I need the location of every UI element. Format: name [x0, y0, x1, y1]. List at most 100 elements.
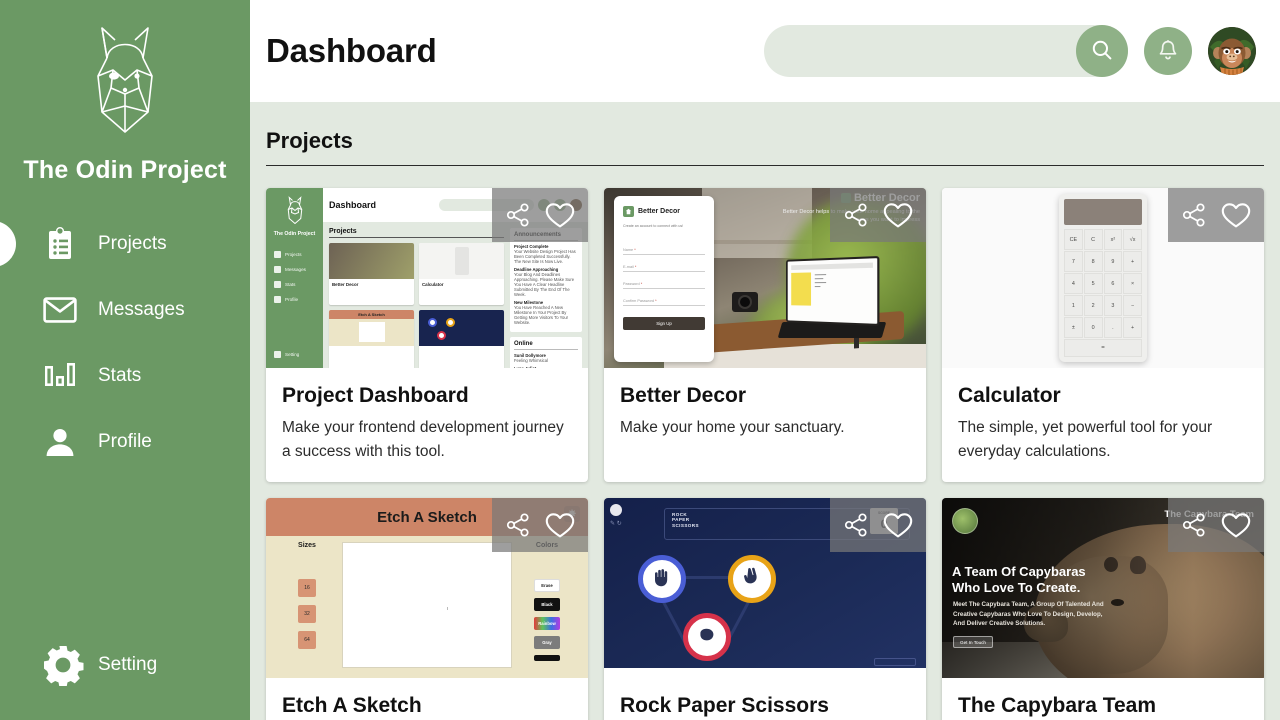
card-title: Rock Paper Scissors: [620, 694, 829, 717]
etch-size-button: 32: [298, 605, 316, 623]
calc-key: +: [1123, 251, 1142, 272]
project-card[interactable]: Etch A Sketch Sizes 16 32 64 Erase Black…: [266, 498, 588, 720]
top-header: Dashboard: [250, 0, 1280, 102]
mini-nav-icon: [274, 296, 281, 303]
mini-nav-label: Projects: [285, 252, 302, 257]
calc-key: C: [1083, 229, 1103, 250]
calc-key: CE: [1064, 229, 1083, 250]
card-body: Etch A Sketch: [266, 678, 588, 720]
mini-gear-icon: [274, 351, 281, 358]
share-nodes-icon[interactable]: [505, 512, 531, 538]
share-nodes-icon[interactable]: [505, 202, 531, 228]
sidebar-item-messages[interactable]: Messages: [0, 277, 250, 343]
capy-heading: A Team Of Capybaras Who Love To Create.: [952, 564, 1086, 595]
etch-header: Etch A Sketch: [377, 508, 477, 526]
section-divider: [266, 165, 1264, 166]
calc-key: +: [1123, 317, 1142, 338]
active-indicator: [0, 221, 16, 267]
card-thumbnail: ✎ ↻ ROCK PAPER SCISSORS SCORE 0: [604, 498, 926, 678]
calc-key: 8: [1083, 251, 1103, 272]
scissors-hand-icon: [740, 565, 764, 594]
etch-color-button: [534, 655, 560, 661]
content-area: Projects The Odin Project Projects Messa…: [250, 102, 1280, 720]
project-card[interactable]: ▬▬▬▬ ▬▬▬ ▬▬▬▬ ▬▬ Better Decor Create an …: [604, 188, 926, 482]
mini-entry-body: You Have Reached A New Milestone In Your…: [514, 305, 569, 325]
calc-key: 9: [1103, 251, 1123, 272]
rps-choice-rock: [683, 613, 731, 661]
mini-nav-icon: [274, 266, 281, 273]
card-body: Calculator The simple, yet powerful tool…: [942, 368, 1264, 482]
mini-card-title: Etch A Sketch: [329, 310, 414, 319]
avatar[interactable]: [1208, 27, 1256, 75]
card-description: Make your frontend development journey a…: [282, 419, 564, 460]
page-title: Dashboard: [266, 32, 437, 69]
heart-outline-icon[interactable]: [545, 202, 575, 229]
calc-key: √x: [1123, 229, 1142, 250]
main-area: Dashboard Projects The Odin Project Proj…: [250, 0, 1280, 720]
sidebar-item-setting[interactable]: Setting: [0, 646, 250, 686]
card-action-bar: [830, 498, 926, 552]
calc-key: 7: [1064, 251, 1083, 272]
calc-key: 5: [1083, 273, 1103, 294]
capy-paragraph: Meet The Capybara Team, A Group Of Talen…: [953, 601, 1104, 627]
heart-outline-icon[interactable]: [883, 512, 913, 539]
mini-page-title: Dashboard: [329, 200, 377, 210]
sidebar-setting-label: Setting: [98, 654, 158, 675]
project-card[interactable]: The Odin Project Projects Messages Stats…: [266, 188, 588, 482]
user-icon: [41, 423, 79, 461]
odin-head-icon: [282, 194, 308, 225]
rps-logo-line3: SCISSORS: [672, 522, 699, 528]
etch-canvas: [342, 542, 512, 668]
calc-key: −: [1123, 295, 1142, 316]
card-action-bar: [492, 498, 588, 552]
card-title: Better Decor: [620, 384, 747, 407]
share-nodes-icon[interactable]: [1181, 202, 1207, 228]
calc-key: 3: [1103, 295, 1123, 316]
section-title: Projects: [266, 128, 353, 153]
sidebar-item-label: Stats: [98, 365, 142, 386]
mini-nav-icon: [274, 251, 281, 258]
mini-nav-label: Profile: [285, 297, 299, 302]
mini-card-title: Calculator: [422, 282, 444, 287]
heart-outline-icon[interactable]: [883, 202, 913, 229]
share-nodes-icon[interactable]: [843, 202, 869, 228]
fist-icon: [695, 623, 719, 652]
card-title: Calculator: [958, 384, 1061, 407]
calc-key: 4: [1064, 273, 1083, 294]
card-body: Better Decor Make your home your sanctua…: [604, 368, 926, 458]
mini-nav-label: Messages: [285, 267, 306, 272]
sidebar-item-projects[interactable]: Projects: [0, 211, 250, 277]
sidebar-item-profile[interactable]: Profile: [0, 409, 250, 475]
decor-field-name: Name *: [623, 238, 705, 255]
heart-outline-icon[interactable]: [1221, 202, 1251, 229]
etch-color-button: Black: [534, 598, 560, 611]
sidebar-item-stats[interactable]: Stats: [0, 343, 250, 409]
project-card[interactable]: ✎ ↻ ROCK PAPER SCISSORS SCORE 0: [604, 498, 926, 720]
card-thumbnail: The Capybara Team A Team Of Capybaras Wh…: [942, 498, 1264, 678]
search-button[interactable]: [1076, 25, 1128, 77]
card-thumbnail: The Odin Project Projects Messages Stats…: [266, 188, 588, 368]
heart-outline-icon[interactable]: [1221, 512, 1251, 539]
share-nodes-icon[interactable]: [1181, 512, 1207, 538]
search-bar: [764, 25, 1128, 77]
calc-keypad: CE C x² √x 7 8 9 + 4 5 6 × 1 2 3 − ± 0 .…: [1064, 229, 1142, 338]
search-input[interactable]: [764, 25, 1128, 77]
card-description: Make your home your sanctuary.: [620, 419, 845, 436]
brand-name: The Odin Project: [23, 156, 227, 184]
decor-field-email: E-mail *: [623, 255, 705, 272]
mini-section-title: Projects: [329, 228, 504, 238]
dashboard-app: The Odin Project Projects Messages Stats…: [0, 0, 1280, 720]
card-body: The Capybara Team: [942, 678, 1264, 720]
etch-sizes-label: Sizes: [298, 542, 316, 549]
open-hand-icon: [650, 565, 674, 594]
sidebar: The Odin Project Projects Messages Stats…: [0, 0, 250, 720]
notifications-button[interactable]: [1144, 27, 1192, 75]
project-card[interactable]: The Capybara Team A Team Of Capybaras Wh…: [942, 498, 1264, 720]
capy-cta-button: Get In Touch: [953, 636, 993, 648]
etch-color-button: Rainbow: [534, 617, 560, 630]
heart-outline-icon[interactable]: [545, 512, 575, 539]
card-action-bar: [1168, 498, 1264, 552]
project-card[interactable]: CE C x² √x 7 8 9 + 4 5 6 × 1 2 3 − ± 0 .…: [942, 188, 1264, 482]
share-nodes-icon[interactable]: [843, 512, 869, 538]
card-title: Etch A Sketch: [282, 694, 422, 717]
